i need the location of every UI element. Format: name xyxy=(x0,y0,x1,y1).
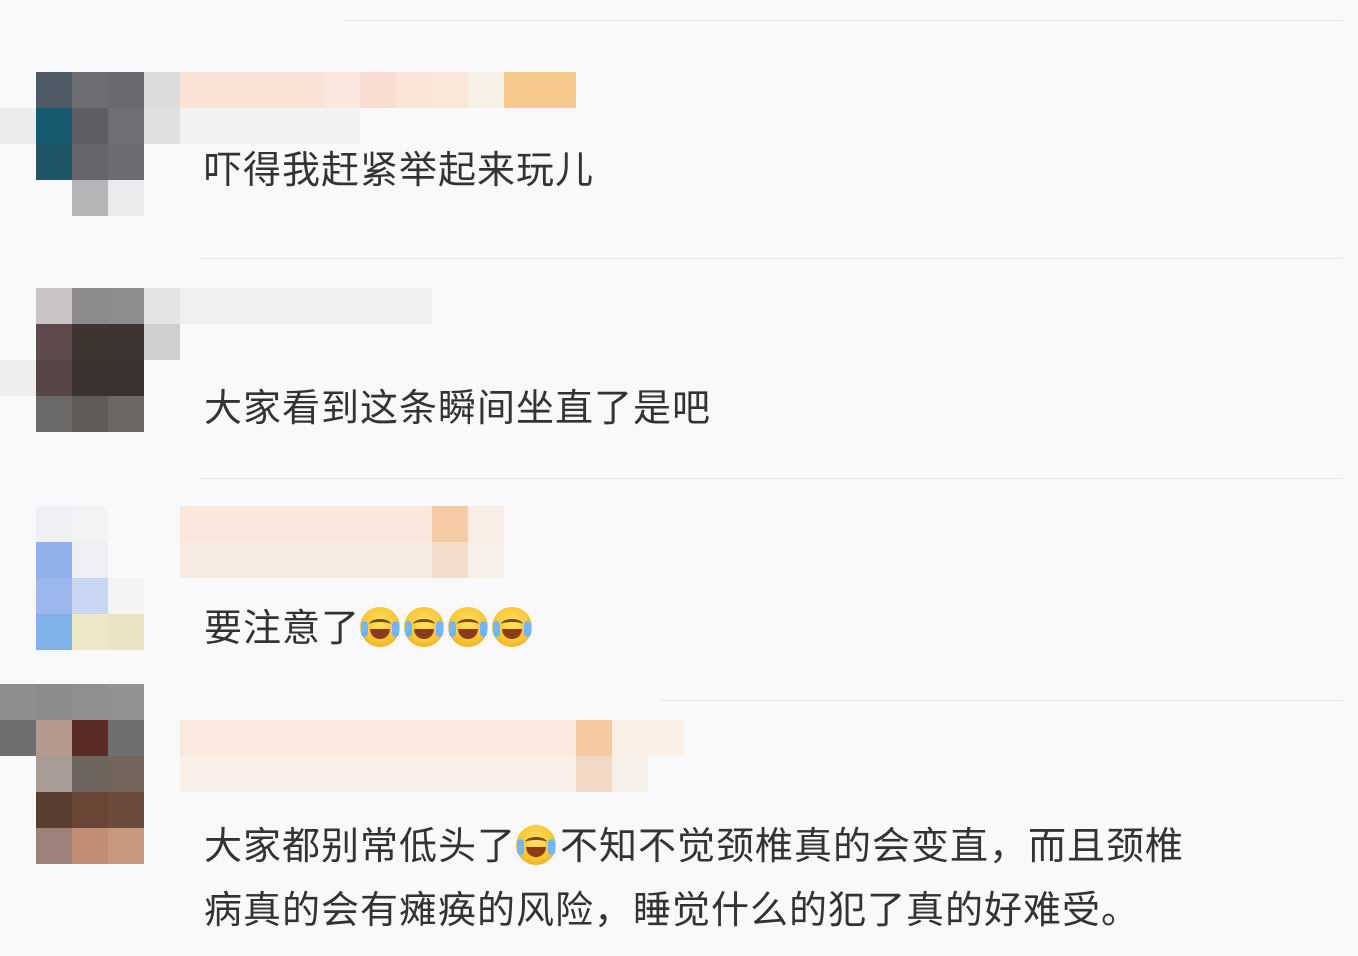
username-blur xyxy=(180,756,648,792)
avatar[interactable] xyxy=(0,684,144,864)
comment-text: 吓得我赶紧举起来玩儿 xyxy=(204,148,595,192)
top-separator xyxy=(344,20,1342,21)
laugh-cry-emoji-icon xyxy=(492,607,533,647)
comment-separator-2 xyxy=(200,478,1342,479)
avatar[interactable] xyxy=(0,506,144,650)
comment-text: 大家都别常低头了 不知不觉颈椎真的会变直，而且颈椎 xyxy=(204,814,1184,878)
avatar[interactable] xyxy=(0,288,144,432)
avatar[interactable] xyxy=(0,72,144,216)
comment-text-main: 要注意了 xyxy=(204,606,361,650)
comment-text-part1: 大家都别常低头了 xyxy=(204,824,517,868)
comment-separator-3 xyxy=(660,700,1342,701)
comment-text: 大家看到这条瞬间坐直了是吧 xyxy=(204,386,712,430)
username[interactable] xyxy=(144,288,432,324)
comment-text-part2: 不知不觉颈椎真的会变直，而且颈椎 xyxy=(560,824,1185,868)
comment-text-line2: 病真的会有瘫痪的风险，睡觉什么的犯了真的好难受。 xyxy=(204,888,1141,932)
username-blur xyxy=(144,324,180,360)
username[interactable] xyxy=(180,506,504,542)
comment-separator-1 xyxy=(200,258,1342,259)
username[interactable] xyxy=(180,720,684,756)
username[interactable] xyxy=(144,72,576,108)
laugh-cry-emoji-icon xyxy=(516,825,557,865)
laugh-cry-emoji-icon xyxy=(360,607,401,647)
laugh-cry-emoji-icon xyxy=(404,607,445,647)
comment-text: 要注意了 xyxy=(204,596,536,660)
laugh-cry-emoji-icon xyxy=(448,607,489,647)
username-blur xyxy=(180,542,504,578)
